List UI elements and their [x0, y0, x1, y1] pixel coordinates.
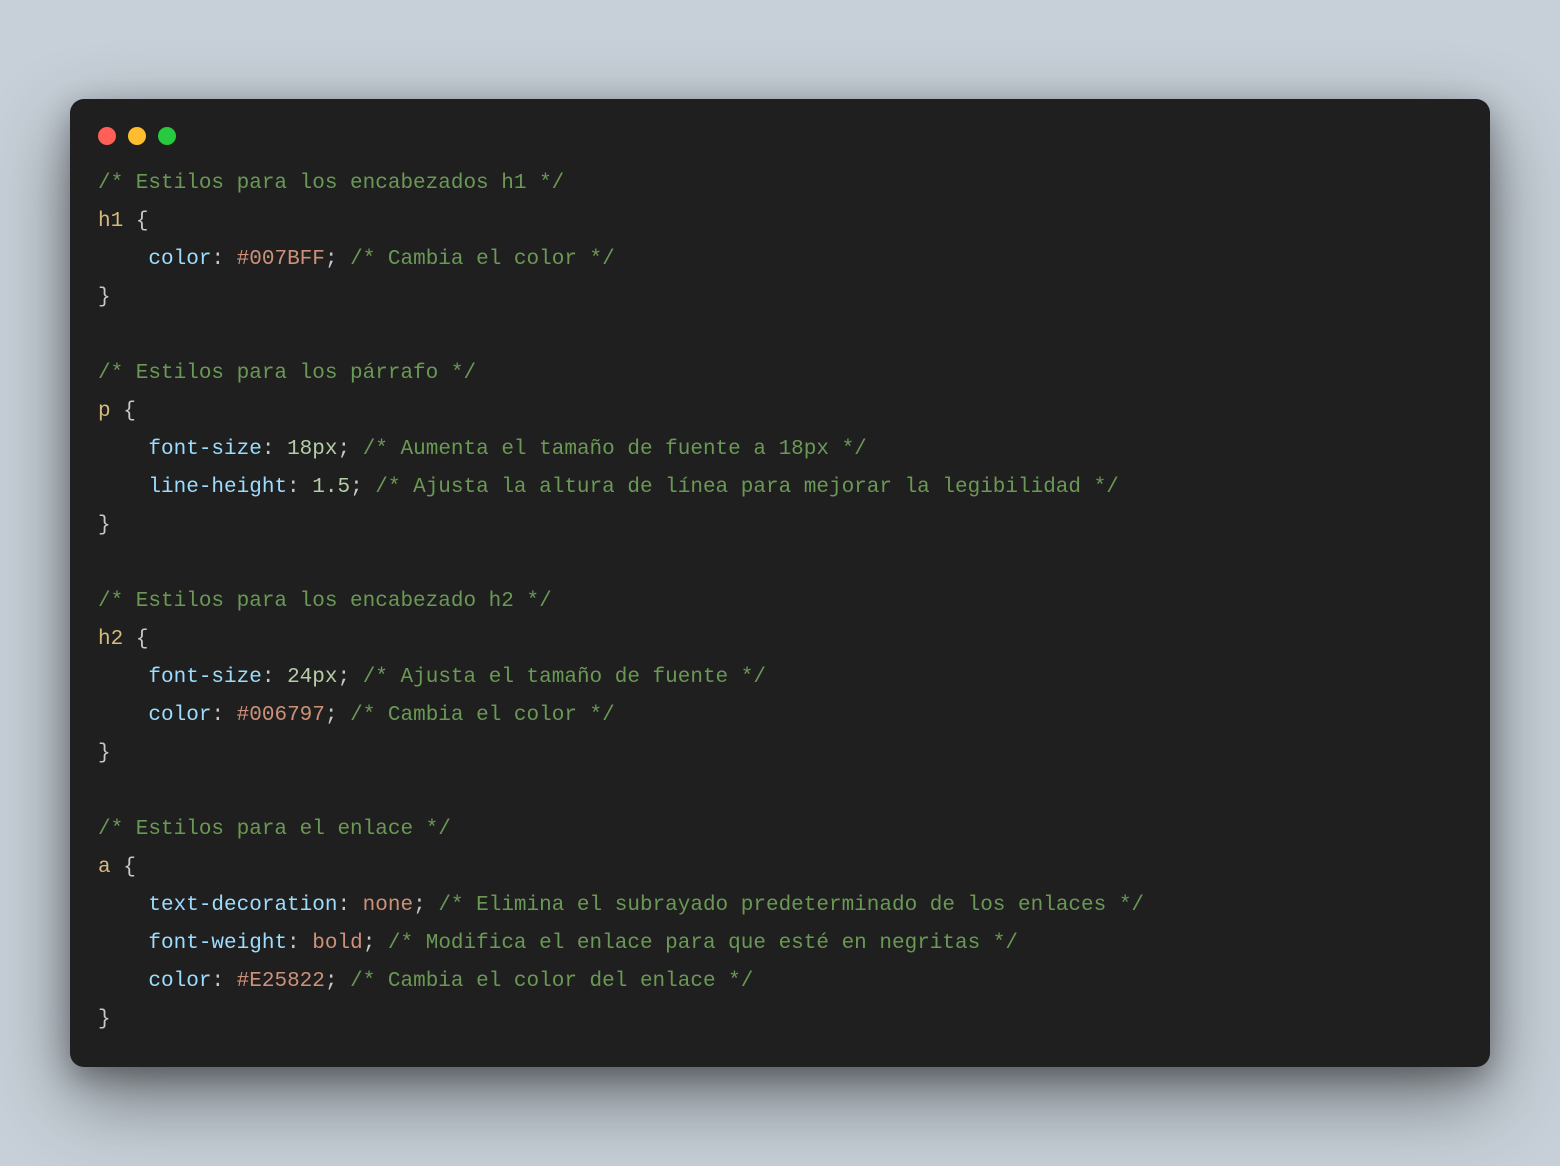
code-token: /* Modifica el enlace para que esté en n… — [388, 932, 1018, 955]
code-token: { — [123, 210, 148, 233]
code-token: } — [98, 1008, 111, 1031]
code-token: 24px — [287, 666, 337, 689]
code-token: /* Aumenta el tamaño de fuente a 18px */ — [363, 438, 867, 461]
code-line — [98, 545, 1462, 583]
code-token: { — [111, 400, 136, 423]
code-token: /* Estilos para el enlace */ — [98, 818, 451, 841]
code-token: { — [123, 628, 148, 651]
code-token: /* Ajusta el tamaño de fuente */ — [363, 666, 766, 689]
code-token: 1.5 — [312, 476, 350, 499]
code-token: /* Estilos para los encabezado h2 */ — [98, 590, 552, 613]
code-line — [98, 317, 1462, 355]
code-token: /* Estilos para los párrafo */ — [98, 362, 476, 385]
window-close-icon[interactable] — [98, 127, 116, 145]
code-token: : — [262, 438, 287, 461]
code-line — [98, 773, 1462, 811]
code-token: ; — [350, 476, 375, 499]
code-token: none — [363, 894, 413, 917]
code-token — [98, 666, 148, 689]
code-token: : — [287, 476, 312, 499]
code-token: : — [262, 666, 287, 689]
code-line: /* Estilos para los encabezado h2 */ — [98, 583, 1462, 621]
code-token: /* Cambia el color */ — [350, 704, 615, 727]
code-token: : — [211, 704, 236, 727]
code-token: ; — [337, 666, 362, 689]
code-line: font-size: 18px; /* Aumenta el tamaño de… — [98, 431, 1462, 469]
code-line: } — [98, 507, 1462, 545]
code-token: color — [148, 248, 211, 271]
code-token — [98, 970, 148, 993]
code-content: /* Estilos para los encabezados h1 */ h1 … — [70, 165, 1490, 1039]
code-token: color — [148, 970, 211, 993]
code-token: #E25822 — [237, 970, 325, 993]
code-line: /* Estilos para los párrafo */ — [98, 355, 1462, 393]
code-token — [98, 476, 148, 499]
code-token: font-weight — [148, 932, 287, 955]
code-line: color: #E25822; /* Cambia el color del e… — [98, 963, 1462, 1001]
code-token: color — [148, 704, 211, 727]
code-token: h2 — [98, 628, 123, 651]
window-minimize-icon[interactable] — [128, 127, 146, 145]
code-token: a — [98, 856, 111, 879]
code-line: color: #007BFF; /* Cambia el color */ — [98, 241, 1462, 279]
code-line: /* Estilos para los encabezados h1 */ — [98, 165, 1462, 203]
code-line: font-weight: bold; /* Modifica el enlace… — [98, 925, 1462, 963]
code-token: } — [98, 514, 111, 537]
code-token — [98, 932, 148, 955]
code-line: color: #006797; /* Cambia el color */ — [98, 697, 1462, 735]
code-token: ; — [363, 932, 388, 955]
code-token: 18px — [287, 438, 337, 461]
code-line: p { — [98, 393, 1462, 431]
code-token: p — [98, 400, 111, 423]
code-token: font-size — [148, 438, 261, 461]
code-line: line-height: 1.5; /* Ajusta la altura de… — [98, 469, 1462, 507]
code-line: h1 { — [98, 203, 1462, 241]
code-token: /* Ajusta la altura de línea para mejora… — [375, 476, 1119, 499]
code-line: a { — [98, 849, 1462, 887]
code-token: : — [211, 248, 236, 271]
code-token: /* Cambia el color del enlace */ — [350, 970, 753, 993]
code-token — [98, 438, 148, 461]
code-line: } — [98, 1001, 1462, 1039]
code-token: : — [287, 932, 312, 955]
code-token: h1 — [98, 210, 123, 233]
code-line: } — [98, 735, 1462, 773]
code-token: ; — [337, 438, 362, 461]
code-token: font-size — [148, 666, 261, 689]
code-token: } — [98, 286, 111, 309]
window-zoom-icon[interactable] — [158, 127, 176, 145]
code-token: } — [98, 742, 111, 765]
code-token: ; — [325, 248, 350, 271]
code-token: /* Cambia el color */ — [350, 248, 615, 271]
code-token: #006797 — [237, 704, 325, 727]
code-token: /* Elimina el subrayado predeterminado d… — [438, 894, 1144, 917]
code-token: text-decoration — [148, 894, 337, 917]
code-token: : — [337, 894, 362, 917]
code-token: ; — [325, 970, 350, 993]
code-token — [98, 248, 148, 271]
code-token: { — [111, 856, 136, 879]
code-line: /* Estilos para el enlace */ — [98, 811, 1462, 849]
code-token — [98, 894, 148, 917]
code-line: h2 { — [98, 621, 1462, 659]
code-line: text-decoration: none; /* Elimina el sub… — [98, 887, 1462, 925]
code-token: bold — [312, 932, 362, 955]
window-titlebar — [70, 127, 1490, 165]
code-token: : — [211, 970, 236, 993]
code-window: /* Estilos para los encabezados h1 */ h1 … — [70, 99, 1490, 1067]
code-token: line-height — [148, 476, 287, 499]
code-token: /* Estilos para los encabezados h1 */ — [98, 172, 564, 195]
code-token: ; — [413, 894, 438, 917]
code-token: #007BFF — [237, 248, 325, 271]
code-token: ; — [325, 704, 350, 727]
code-line: } — [98, 279, 1462, 317]
code-token — [98, 704, 148, 727]
code-line: font-size: 24px; /* Ajusta el tamaño de … — [98, 659, 1462, 697]
